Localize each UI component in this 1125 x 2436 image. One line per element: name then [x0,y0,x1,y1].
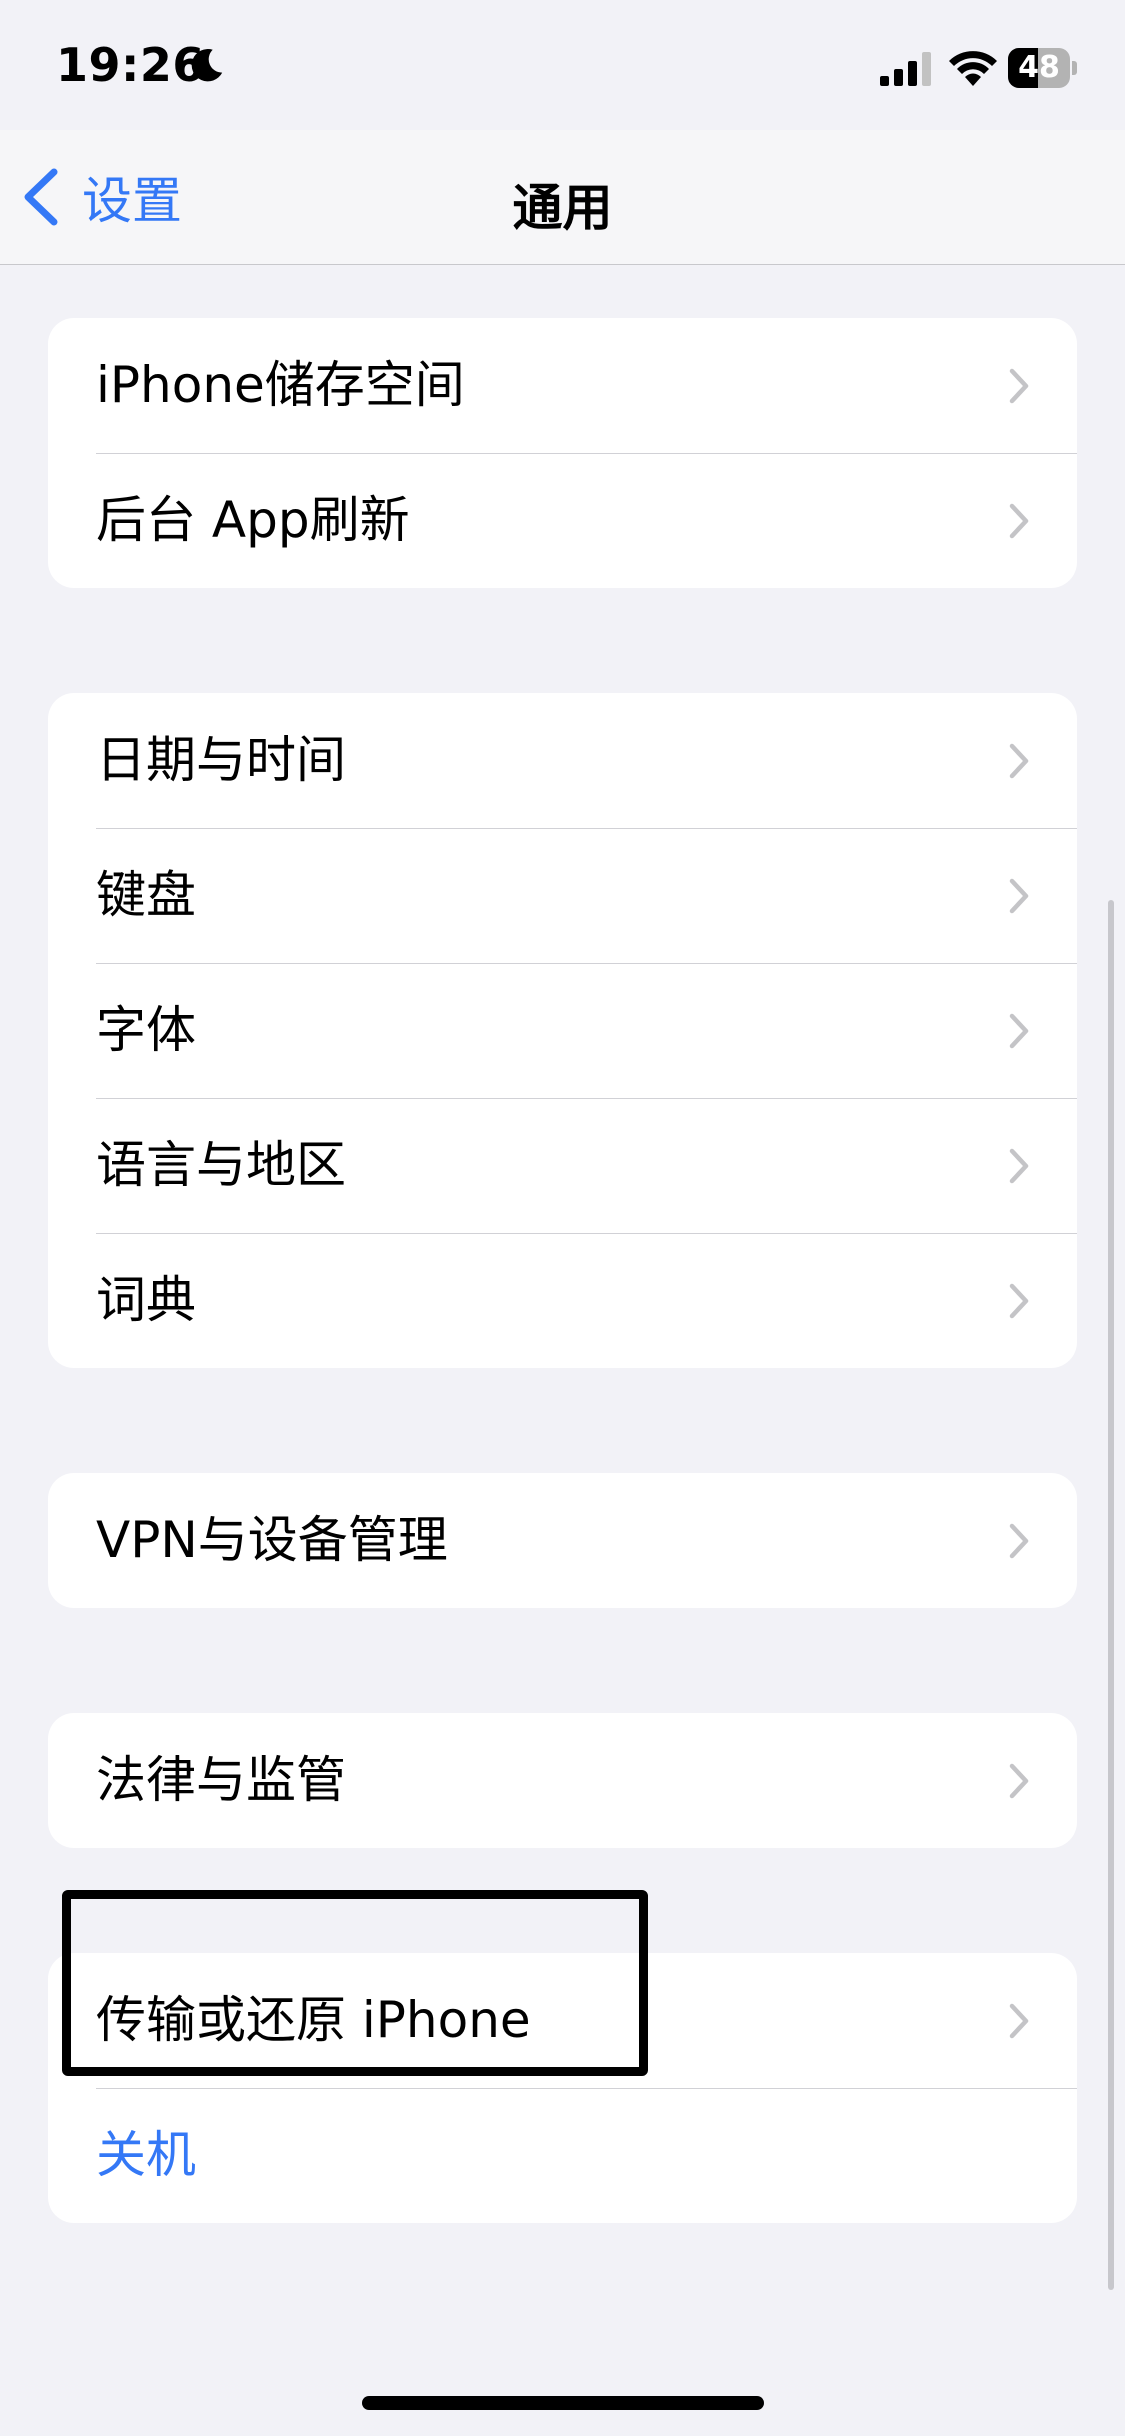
navigation-bar: 设置 通用 [0,130,1125,265]
row-fonts[interactable]: 字体 [48,963,1077,1098]
row-label: 关机 [96,2126,196,2184]
highlight-box [62,1890,648,2076]
row-vpn-device-management[interactable]: VPN与设备管理 [48,1473,1077,1608]
row-label: 语言与地区 [96,1136,346,1194]
row-keyboard[interactable]: 键盘 [48,828,1077,963]
chevron-right-icon [1009,1283,1029,1319]
settings-group-legal: 法律与监管 [48,1713,1077,1848]
chevron-right-icon [1009,878,1029,914]
row-shut-down[interactable]: 关机 [48,2088,1077,2223]
wifi-icon [949,51,997,86]
row-label: 日期与时间 [96,731,346,789]
status-time: 19:26 [56,38,205,92]
row-label: 后台 App刷新 [96,491,410,549]
row-label: 字体 [96,1001,196,1059]
row-label: iPhone储存空间 [96,356,465,414]
scroll-indicator[interactable] [1108,900,1114,2290]
settings-group-storage: iPhone储存空间 后台 App刷新 [48,318,1077,588]
settings-group-locale: 日期与时间 键盘 字体 语言与地区 词典 [48,693,1077,1368]
chevron-right-icon [1009,2003,1029,2039]
row-label: 词典 [96,1271,196,1329]
row-label: VPN与设备管理 [96,1511,448,1569]
row-iphone-storage[interactable]: iPhone储存空间 [48,318,1077,453]
chevron-right-icon [1009,1013,1029,1049]
row-language-region[interactable]: 语言与地区 [48,1098,1077,1233]
chevron-right-icon [1009,1763,1029,1799]
page-title: 通用 [512,179,613,237]
status-bar: 19:26 48 [0,0,1125,130]
cellular-signal-icon [880,52,931,86]
battery-level: 48 [1018,50,1060,85]
row-date-time[interactable]: 日期与时间 [48,693,1077,828]
chevron-right-icon [1009,743,1029,779]
row-dictionary[interactable]: 词典 [48,1233,1077,1368]
chevron-right-icon [1009,503,1029,539]
battery-indicator: 48 [1008,48,1078,88]
chevron-right-icon [1009,1523,1029,1559]
row-label: 法律与监管 [96,1751,346,1809]
row-legal-regulatory[interactable]: 法律与监管 [48,1713,1077,1848]
row-background-app-refresh[interactable]: 后台 App刷新 [48,453,1077,588]
home-indicator[interactable] [362,2396,764,2410]
chevron-right-icon [1009,1148,1029,1184]
moon-icon [191,49,223,82]
chevron-right-icon [1009,368,1029,404]
row-label: 键盘 [96,866,196,924]
settings-group-vpn: VPN与设备管理 [48,1473,1077,1608]
